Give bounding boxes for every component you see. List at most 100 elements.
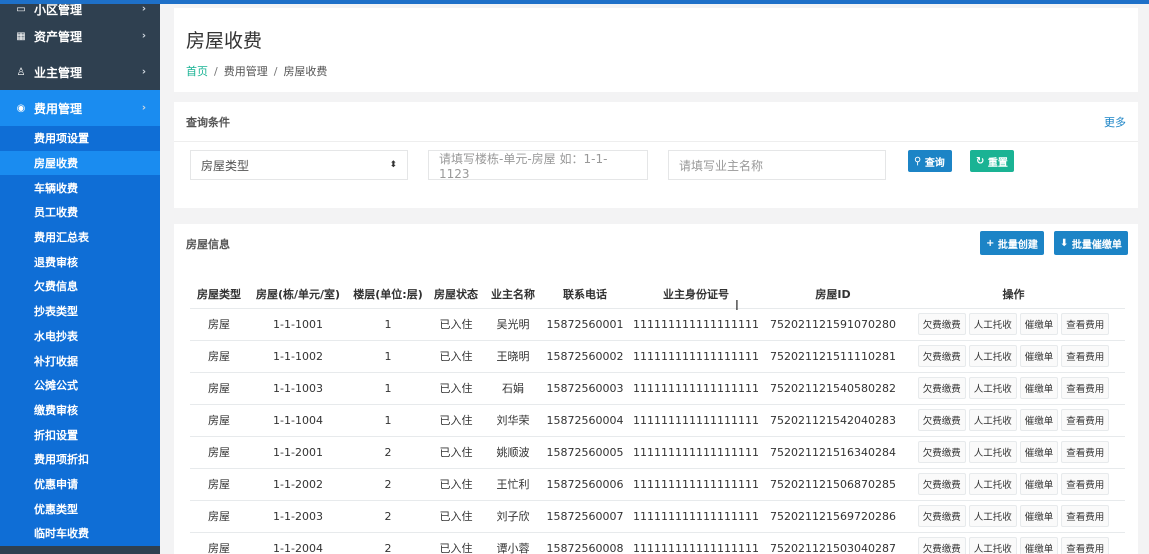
batch-create-button[interactable]: + 批量创建 <box>980 231 1044 255</box>
nav-assets[interactable]: ▦ 资产管理 › <box>0 18 160 54</box>
table-row: 房屋 1-1-2004 2 已入住 谭小蓉 15872560008 111111111111… <box>190 532 1125 554</box>
view-fees-button[interactable]: 查看费用 <box>1061 409 1110 431</box>
row-actions: 欠费缴费 人工托收 催缴单 查看费用 <box>917 537 1110 554</box>
manual-collect-button[interactable]: 人工托收 <box>968 313 1017 335</box>
reminder-button[interactable]: 催缴单 <box>1019 345 1059 367</box>
chevron-down-icon: › <box>141 102 146 114</box>
table-row: 房屋 1-1-1003 1 已入住 石娟 15872560003 1111111111111… <box>190 372 1125 405</box>
grid-icon: ▦ <box>16 30 26 42</box>
query-button-label: 查询 <box>924 157 945 169</box>
cell-id: 752021121516340284 <box>764 436 902 469</box>
pay-arrears-button[interactable]: 欠费缴费 <box>917 537 966 554</box>
reminder-button[interactable]: 催缴单 <box>1019 313 1059 335</box>
table-body: 房屋 1-1-1001 1 已入住 吴光明 15872560001 111111111111… <box>190 308 1125 554</box>
cell-idcard: 111111111111111111 <box>628 436 764 469</box>
view-fees-button[interactable]: 查看费用 <box>1061 505 1110 527</box>
pay-arrears-button[interactable]: 欠费缴费 <box>917 345 966 367</box>
manual-collect-button[interactable]: 人工托收 <box>968 409 1017 431</box>
nav-fees[interactable]: ◉ 费用管理 › <box>0 90 160 126</box>
room-type-select[interactable]: 房屋类型 ⬍ <box>190 150 408 180</box>
sub-item[interactable]: 费用项设置 <box>0 126 160 151</box>
cell-idcard: 111111111111111111 <box>628 468 764 501</box>
batch-remind-label: 批量催缴单 <box>1071 239 1122 251</box>
table-row: 房屋 1-1-1001 1 已入住 吴光明 15872560001 111111111111… <box>190 308 1125 341</box>
nav-owners[interactable]: ♙ 业主管理 › <box>0 54 160 90</box>
sub-item[interactable]: 缴费审核 <box>0 398 160 423</box>
reminder-button[interactable]: 催缴单 <box>1019 473 1059 495</box>
pay-arrears-button[interactable]: 欠费缴费 <box>917 473 966 495</box>
user-icon: ♙ <box>16 66 26 78</box>
cell-room: 1-1-2001 <box>248 436 348 469</box>
breadcrumb-sep: / <box>214 65 218 78</box>
reminder-button[interactable]: 催缴单 <box>1019 409 1059 431</box>
reset-button[interactable]: ↻ 重置 <box>970 150 1014 172</box>
reminder-button[interactable]: 催缴单 <box>1019 505 1059 527</box>
plus-icon: + <box>986 237 995 249</box>
cell-type: 房屋 <box>190 404 248 437</box>
breadcrumb-level2: 费用管理 <box>223 65 268 78</box>
cell-ops: 欠费缴费 人工托收 催缴单 查看费用 <box>902 372 1125 405</box>
sub-item[interactable]: 折扣设置 <box>0 422 160 447</box>
room-info-header: 房屋信息 + 批量创建 ⬇ 批量催缴单 <box>174 224 1138 264</box>
pay-arrears-button[interactable]: 欠费缴费 <box>917 313 966 335</box>
manual-collect-button[interactable]: 人工托收 <box>968 441 1017 463</box>
more-link[interactable]: 更多 <box>1104 114 1126 130</box>
manual-collect-button[interactable]: 人工托收 <box>968 377 1017 399</box>
view-fees-button[interactable]: 查看费用 <box>1061 345 1110 367</box>
pay-arrears-button[interactable]: 欠费缴费 <box>917 409 966 431</box>
sub-item[interactable]: 水电抄表 <box>0 324 160 349</box>
cell-type: 房屋 <box>190 532 248 554</box>
room-info-title: 房屋信息 <box>186 238 230 251</box>
cell-phone: 15872560007 <box>542 500 628 533</box>
table-row: 房屋 1-1-2001 2 已入住 姚顺波 15872560005 111111111111… <box>190 436 1125 469</box>
cell-id: 752021121542040283 <box>764 404 902 437</box>
row-actions: 欠费缴费 人工托收 催缴单 查看费用 <box>917 345 1110 367</box>
manual-collect-button[interactable]: 人工托收 <box>968 505 1017 527</box>
table-row: 房屋 1-1-2002 2 已入住 王忙利 15872560006 111111111111… <box>190 468 1125 501</box>
query-panel-title: 查询条件 <box>186 115 230 129</box>
sub-item[interactable]: 优惠申请 <box>0 472 160 497</box>
reminder-button[interactable]: 催缴单 <box>1019 441 1059 463</box>
sub-item[interactable]: 临时车收费 <box>0 521 160 546</box>
cell-room: 1-1-1004 <box>248 404 348 437</box>
sub-item[interactable]: 优惠类型 <box>0 496 160 521</box>
view-fees-button[interactable]: 查看费用 <box>1061 473 1110 495</box>
cell-phone: 15872560001 <box>542 308 628 341</box>
sub-item[interactable]: 抄表类型 <box>0 299 160 324</box>
sub-item[interactable]: 公摊公式 <box>0 373 160 398</box>
query-button[interactable]: ⚲ 查询 <box>908 150 952 172</box>
reminder-button[interactable]: 催缴单 <box>1019 537 1059 554</box>
cell-id: 752021121511110281 <box>764 340 902 373</box>
cell-floor: 1 <box>348 372 428 405</box>
sub-item[interactable]: 退费审核 <box>0 249 160 274</box>
view-fees-button[interactable]: 查看费用 <box>1061 377 1110 399</box>
breadcrumb-home[interactable]: 首页 <box>186 65 208 78</box>
sub-item[interactable]: 费用项折扣 <box>0 447 160 472</box>
pay-arrears-button[interactable]: 欠费缴费 <box>917 377 966 399</box>
view-fees-button[interactable]: 查看费用 <box>1061 313 1110 335</box>
cell-floor: 1 <box>348 308 428 341</box>
col-header: 楼层(单位:层) <box>348 280 428 309</box>
sub-item[interactable]: 欠费信息 <box>0 274 160 299</box>
reminder-button[interactable]: 催缴单 <box>1019 377 1059 399</box>
room-number-input[interactable]: 请填写楼栋-单元-房屋 如：1-1-1123 <box>428 150 648 181</box>
nav-community[interactable]: ▭ 小区管理 › <box>0 4 160 18</box>
manual-collect-button[interactable]: 人工托收 <box>968 473 1017 495</box>
target-icon: ◉ <box>16 102 26 114</box>
batch-remind-button[interactable]: ⬇ 批量催缴单 <box>1054 231 1128 255</box>
manual-collect-button[interactable]: 人工托收 <box>968 345 1017 367</box>
sub-item[interactable]: 补打收据 <box>0 348 160 373</box>
view-fees-button[interactable]: 查看费用 <box>1061 441 1110 463</box>
pay-arrears-button[interactable]: 欠费缴费 <box>917 505 966 527</box>
sub-item[interactable]: 员工收费 <box>0 200 160 225</box>
manual-collect-button[interactable]: 人工托收 <box>968 537 1017 554</box>
owner-name-input[interactable]: 请填写业主名称 <box>668 150 886 180</box>
cell-ops: 欠费缴费 人工托收 催缴单 查看费用 <box>902 436 1125 469</box>
cell-floor: 1 <box>348 404 428 437</box>
view-fees-button[interactable]: 查看费用 <box>1061 537 1110 554</box>
cell-type: 房屋 <box>190 372 248 405</box>
sub-item-active[interactable]: 房屋收费 <box>0 150 160 176</box>
pay-arrears-button[interactable]: 欠费缴费 <box>917 441 966 463</box>
sub-item[interactable]: 车辆收费 <box>0 175 160 200</box>
sub-item[interactable]: 费用汇总表 <box>0 225 160 250</box>
